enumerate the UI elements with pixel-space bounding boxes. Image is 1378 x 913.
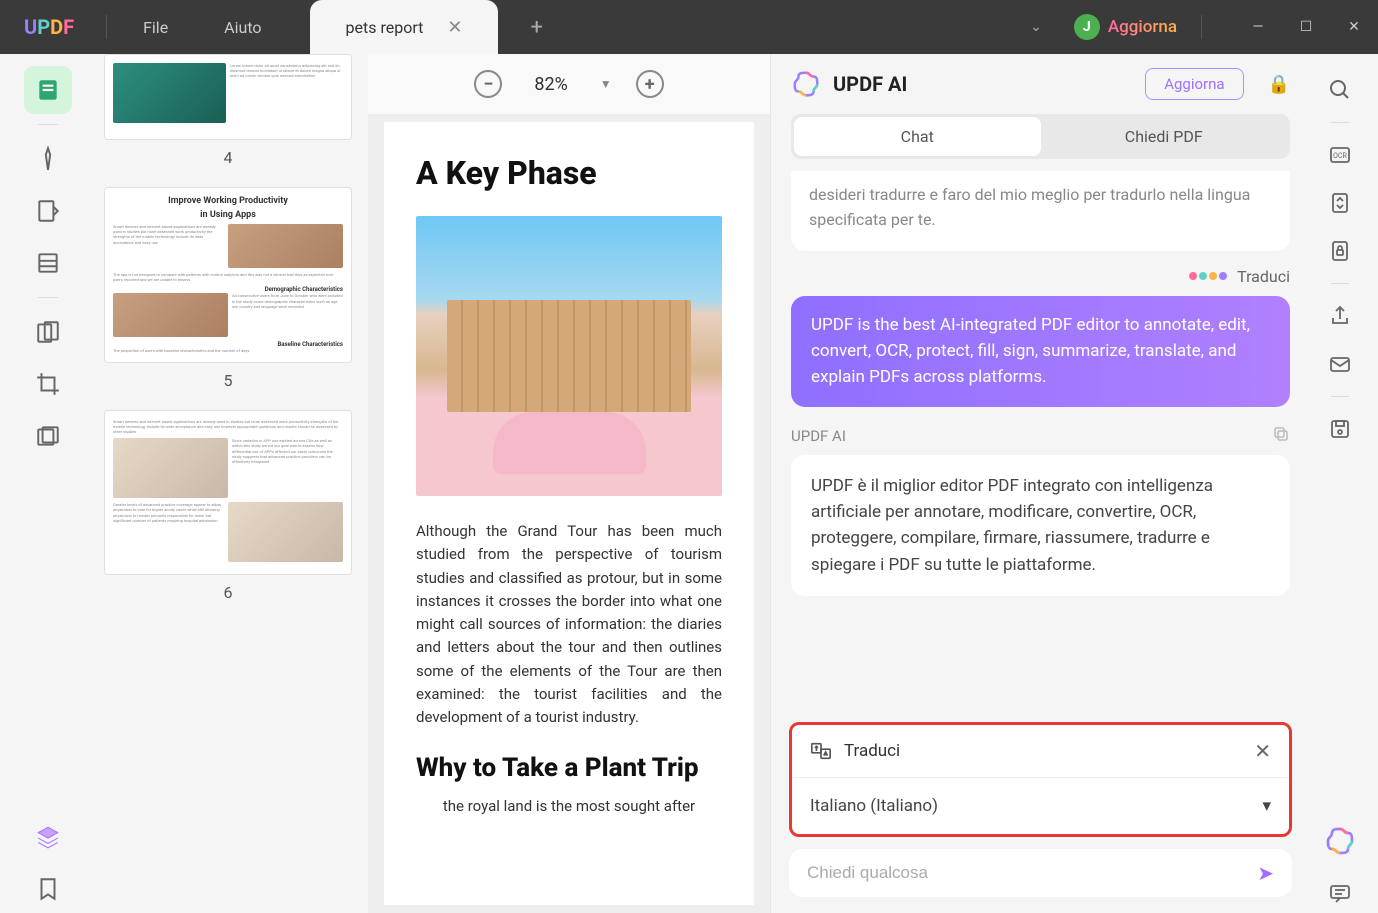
zoom-dropdown-icon[interactable]: ▼ bbox=[600, 77, 612, 91]
document-page[interactable]: A Key Phase Although the Grand Tour has … bbox=[384, 122, 754, 905]
protect-icon[interactable] bbox=[1320, 231, 1360, 271]
tool-reader[interactable] bbox=[24, 66, 72, 114]
share-icon[interactable] bbox=[1320, 296, 1360, 336]
right-toolbar: OCR bbox=[1310, 54, 1370, 913]
chevron-down-icon: ▾ bbox=[1262, 796, 1271, 816]
thumbnails-panel: Lorem ipsum dolor sit amet consectetur a… bbox=[88, 54, 368, 913]
language-selector[interactable]: Italiano (Italiano) ▾ bbox=[792, 778, 1289, 834]
search-icon[interactable] bbox=[1320, 70, 1360, 110]
tab-close-icon[interactable]: ✕ bbox=[447, 17, 462, 38]
translate-icon bbox=[810, 740, 832, 762]
tabs-dropdown-icon[interactable]: ⌄ bbox=[1010, 19, 1062, 35]
color-dots-icon bbox=[1189, 272, 1227, 280]
comment-panel-icon[interactable] bbox=[1320, 873, 1360, 913]
ai-panel: UPDF AI Aggiorna 🔒 Chat Chiedi PDF desid… bbox=[770, 54, 1310, 913]
tab-chat[interactable]: Chat bbox=[794, 117, 1041, 156]
ai-tabs: Chat Chiedi PDF bbox=[791, 114, 1290, 159]
email-icon[interactable] bbox=[1320, 344, 1360, 384]
tool-bookmark[interactable] bbox=[24, 865, 72, 913]
titlebar: UPDF File Aiuto pets report ✕ + ⌄ J Aggi… bbox=[0, 0, 1378, 54]
ai-messages: desideri tradurre e faro del mio meglio … bbox=[771, 171, 1310, 714]
upgrade-label: Aggiorna bbox=[1108, 17, 1177, 37]
app-logo: UPDF bbox=[0, 15, 98, 39]
user-message: UPDF is the best AI-integrated PDF edito… bbox=[791, 296, 1290, 407]
tab-ask-pdf[interactable]: Chiedi PDF bbox=[1041, 117, 1288, 156]
chat-input-row: ➤ bbox=[789, 849, 1292, 897]
zoom-value: 82% bbox=[526, 74, 575, 95]
svg-text:OCR: OCR bbox=[1333, 152, 1347, 160]
translate-title: Traduci bbox=[844, 741, 1242, 761]
lock-icon[interactable]: 🔒 bbox=[1268, 74, 1290, 95]
tool-watermark[interactable] bbox=[24, 412, 72, 460]
thumbnail-page-4[interactable]: Lorem ipsum dolor sit amet consectetur a… bbox=[104, 54, 352, 140]
thumbnail-page-6[interactable]: Smart devices and internet based applica… bbox=[104, 410, 352, 576]
updf-ai-logo-icon bbox=[791, 69, 821, 99]
copy-icon[interactable] bbox=[1272, 425, 1290, 447]
tab-label: pets report bbox=[346, 18, 424, 37]
tool-layers[interactable] bbox=[24, 813, 72, 861]
window-minimize-icon[interactable]: — bbox=[1234, 0, 1282, 54]
tab-add-button[interactable]: + bbox=[518, 15, 554, 40]
doc-paragraph: Although the Grand Tour has been much st… bbox=[416, 520, 722, 729]
ai-sender-label: UPDF AI bbox=[791, 427, 846, 445]
window-maximize-icon[interactable]: ☐ bbox=[1282, 0, 1330, 54]
tab-active[interactable]: pets report ✕ bbox=[310, 0, 499, 54]
action-label: Traduci bbox=[1237, 267, 1290, 286]
user-upgrade-button[interactable]: J Aggiorna bbox=[1062, 10, 1189, 44]
chat-input[interactable] bbox=[807, 863, 1257, 883]
save-icon[interactable] bbox=[1320, 409, 1360, 449]
thumbnail-page-5[interactable]: Improve Working Productivity in Using Ap… bbox=[104, 187, 352, 363]
tool-edit[interactable] bbox=[24, 187, 72, 235]
language-value: Italiano (Italiano) bbox=[810, 796, 938, 816]
zoom-out-button[interactable]: − bbox=[474, 70, 502, 98]
menu-help[interactable]: Aiuto bbox=[196, 18, 289, 37]
convert-icon[interactable] bbox=[1320, 183, 1360, 223]
tool-crop[interactable] bbox=[24, 360, 72, 408]
ai-upgrade-button[interactable]: Aggiorna bbox=[1145, 68, 1243, 100]
send-button[interactable]: ➤ bbox=[1257, 861, 1274, 885]
doc-heading: A Key Phase bbox=[416, 154, 722, 192]
doc-image bbox=[416, 216, 722, 496]
tool-pages[interactable] bbox=[24, 308, 72, 356]
avatar: J bbox=[1074, 14, 1100, 40]
window-close-icon[interactable]: ✕ bbox=[1330, 0, 1378, 54]
doc-heading: Why to Take a Plant Trip bbox=[416, 753, 722, 783]
menu-file[interactable]: File bbox=[115, 18, 196, 37]
zoom-in-button[interactable]: + bbox=[636, 70, 664, 98]
thumbnail-number: 6 bbox=[104, 583, 352, 602]
translate-box: Traduci ✕ Italiano (Italiano) ▾ bbox=[789, 722, 1292, 837]
doc-paragraph: the royal land is the most sought after bbox=[416, 795, 722, 818]
ocr-icon[interactable]: OCR bbox=[1320, 135, 1360, 175]
zoom-toolbar: − 82% ▼ + bbox=[368, 54, 770, 114]
ai-message-truncated: desideri tradurre e faro del mio meglio … bbox=[791, 171, 1290, 251]
ai-panel-title: UPDF AI bbox=[833, 72, 1133, 96]
thumbnail-number: 4 bbox=[104, 148, 352, 167]
translate-close-icon[interactable]: ✕ bbox=[1254, 739, 1271, 763]
document-viewer: − 82% ▼ + A Key Phase Although the Grand… bbox=[368, 54, 770, 913]
updf-mini-logo-icon[interactable] bbox=[1324, 825, 1356, 857]
thumbnail-number: 5 bbox=[104, 371, 352, 390]
ai-message: UPDF è il miglior editor PDF integrato c… bbox=[791, 455, 1290, 596]
tool-comment[interactable] bbox=[24, 135, 72, 183]
left-toolbar bbox=[8, 54, 88, 913]
tool-organize[interactable] bbox=[24, 239, 72, 287]
